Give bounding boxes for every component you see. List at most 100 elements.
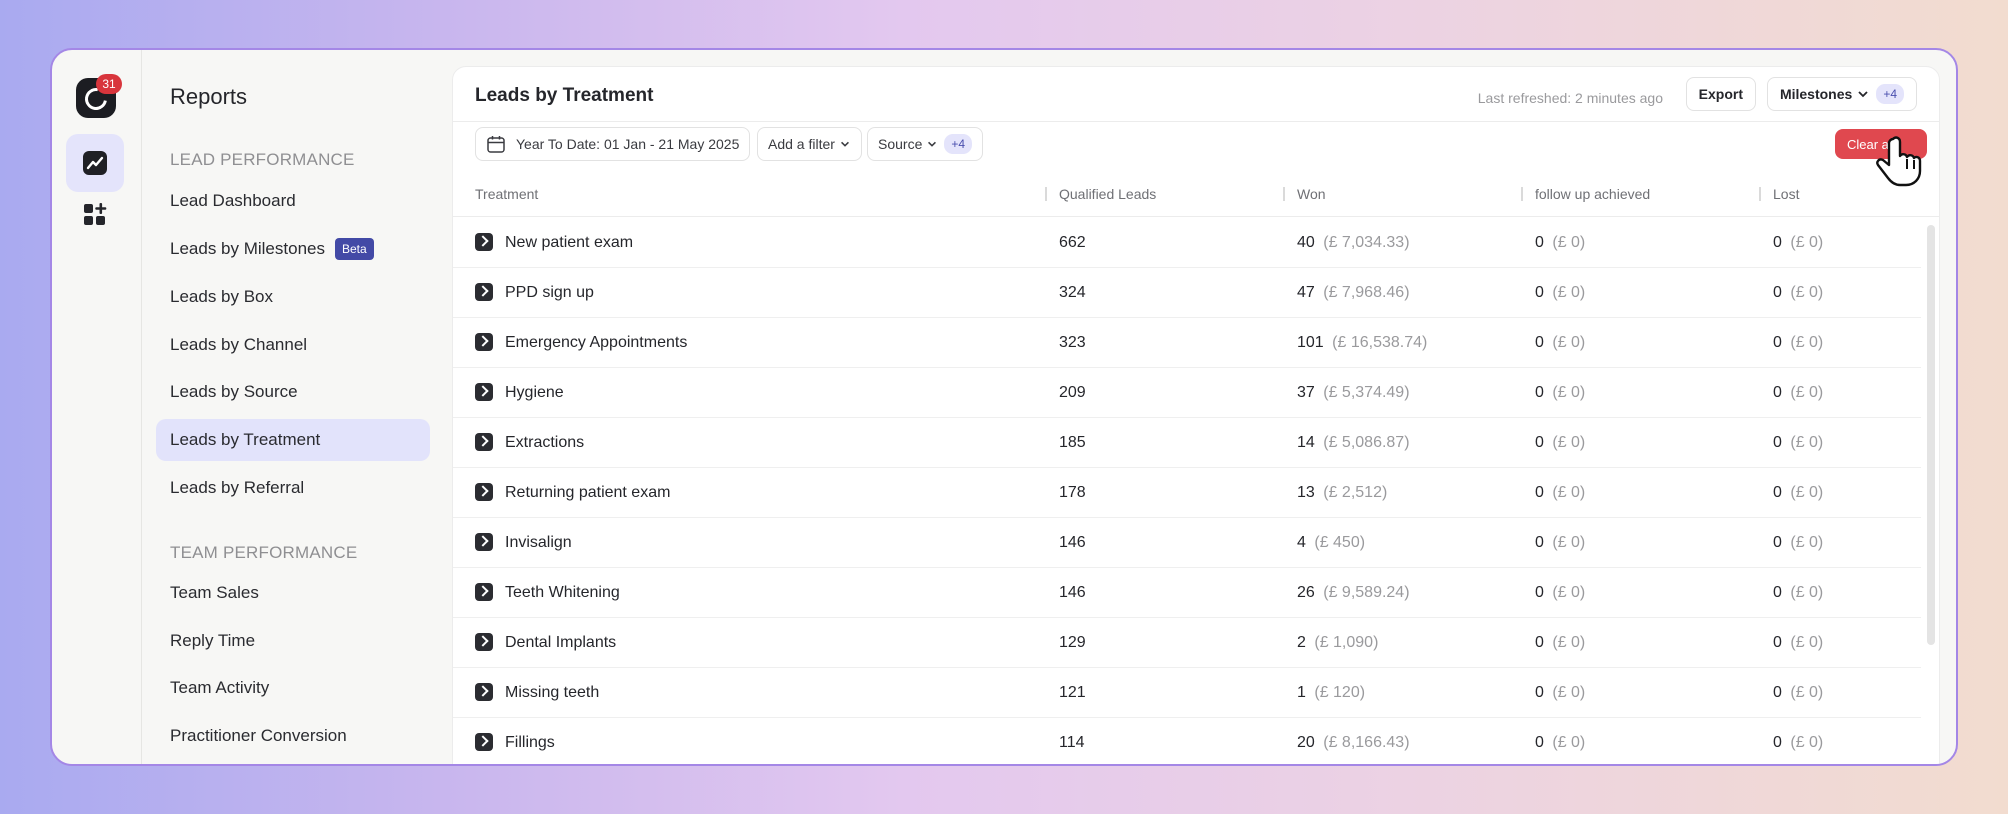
lost-cell: 0 (£ 0) [1773, 484, 1823, 502]
won-count: 20 [1297, 734, 1315, 751]
nav-item-team-activity[interactable]: Team Activity [156, 667, 430, 709]
lost-count: 0 [1773, 584, 1782, 601]
table-row[interactable]: Missing teeth 121 1 (£ 120) 0 (£ 0) 0 (£ 0) [453, 668, 1921, 718]
treatment-name: Dental Implants [505, 634, 617, 651]
qualified-leads-value: 209 [1059, 384, 1086, 401]
table-row[interactable]: PPD sign up 324 47 (£ 7,968.46) 0 (£ 0) 0 (£… [453, 268, 1921, 318]
treatment-icon [475, 483, 493, 501]
lost-count: 0 [1773, 684, 1782, 701]
follow-up-count: 0 [1535, 384, 1544, 401]
source-filter[interactable]: Source +4 [867, 127, 984, 161]
nav-item-label: Leads by Milestones [170, 239, 325, 258]
nav-item-leads-by-treatment[interactable]: Leads by Treatment [156, 419, 430, 461]
won-count: 37 [1297, 384, 1315, 401]
table-row[interactable]: Emergency Appointments 323 101 (£ 16,538.7… [453, 318, 1921, 368]
lost-cell: 0 (£ 0) [1773, 384, 1823, 402]
lost-cell: 0 (£ 0) [1773, 584, 1823, 602]
nav-item-label: Leads by Referral [170, 478, 305, 497]
table-row[interactable]: Teeth Whitening 146 26 (£ 9,589.24) 0 (£ 0)… [453, 568, 1921, 618]
section-heading-team-performance: TEAM PERFORMANCE [170, 543, 358, 562]
nav-item-label: Leads by Treatment [170, 430, 321, 449]
nav-item-reply-time[interactable]: Reply Time [156, 620, 430, 662]
add-filter-button[interactable]: Add a filter [757, 127, 862, 161]
follow-up-cell: 0 (£ 0) [1535, 334, 1585, 352]
won-cell: 1 (£ 120) [1297, 684, 1365, 702]
won-cell: 37 (£ 5,374.49) [1297, 384, 1410, 402]
treatment-icon [475, 383, 493, 401]
lost-value: (£ 0) [1790, 634, 1824, 651]
table-row[interactable]: Extractions 185 14 (£ 5,086.87) 0 (£ 0) 0 (£… [453, 418, 1921, 468]
calendar-icon [487, 136, 505, 153]
won-cell: 14 (£ 5,086.87) [1297, 434, 1410, 452]
date-range-filter[interactable]: Year To Date: 01 Jan - 21 May 2025 [475, 127, 751, 161]
qualified-leads-value: 323 [1059, 334, 1086, 351]
app-window: 31 Reports LEAD PERFORMANCE Lead Dashboa… [50, 48, 1958, 766]
chevron-down-icon [840, 141, 849, 147]
milestones-dropdown[interactable]: Milestones +4 [1766, 77, 1917, 111]
follow-up-cell: 0 (£ 0) [1535, 634, 1585, 652]
follow-up-value: (£ 0) [1552, 384, 1586, 401]
lost-count: 0 [1773, 434, 1782, 451]
won-count: 2 [1297, 634, 1306, 651]
follow-up-count: 0 [1535, 284, 1544, 301]
won-value: (£ 7,968.46) [1323, 284, 1410, 301]
won-cell: 4 (£ 450) [1297, 534, 1365, 552]
follow-up-count: 0 [1535, 484, 1544, 501]
column-resize-handle[interactable] [1045, 187, 1047, 201]
nav-item-practitioner-conversion[interactable]: Practitioner Conversion [156, 715, 430, 757]
won-value: (£ 2,512) [1323, 484, 1388, 501]
column-resize-handle[interactable] [1521, 187, 1523, 201]
column-header-follow-up-achieved[interactable]: follow up achieved [1535, 186, 1650, 202]
table-row[interactable]: Invisalign 146 4 (£ 450) 0 (£ 0) 0 (£ 0) [453, 518, 1921, 568]
lost-count: 0 [1773, 234, 1782, 251]
qualified-leads-value: 185 [1059, 434, 1086, 451]
follow-up-cell: 0 (£ 0) [1535, 434, 1585, 452]
lost-count: 0 [1773, 384, 1782, 401]
lost-value: (£ 0) [1790, 534, 1824, 551]
qualified-leads-value: 146 [1059, 534, 1086, 551]
nav-item-leads-by-source[interactable]: Leads by Source [156, 371, 430, 413]
sidebar-title: Reports [170, 84, 248, 109]
table-row[interactable]: Hygiene 209 37 (£ 5,374.49) 0 (£ 0) 0 (£ 0) [453, 368, 1921, 418]
nav-item-leads-by-channel[interactable]: Leads by Channel [156, 324, 430, 366]
lost-cell: 0 (£ 0) [1773, 334, 1823, 352]
export-label: Export [1698, 86, 1743, 102]
nav-item-leads-by-box[interactable]: Leads by Box [156, 276, 430, 318]
nav-item-leads-by-referral[interactable]: Leads by Referral [156, 467, 430, 509]
lost-count: 0 [1773, 734, 1782, 751]
follow-up-count: 0 [1535, 234, 1544, 251]
column-header-lost[interactable]: Lost [1773, 186, 1799, 202]
lost-value: (£ 0) [1790, 584, 1824, 601]
treatment-icon [475, 683, 493, 701]
apps-nav-button[interactable] [66, 186, 124, 244]
treatment-icon [475, 633, 493, 651]
won-cell: 26 (£ 9,589.24) [1297, 584, 1410, 602]
follow-up-cell: 0 (£ 0) [1535, 734, 1585, 752]
treatment-name: Teeth Whitening [505, 584, 620, 601]
column-header-qualified-leads[interactable]: Qualified Leads [1059, 186, 1156, 202]
follow-up-count: 0 [1535, 534, 1544, 551]
export-button[interactable]: Export [1685, 77, 1756, 111]
won-cell: 40 (£ 7,034.33) [1297, 234, 1410, 252]
column-header-treatment[interactable]: Treatment [475, 186, 538, 202]
nav-item-leads-by-milestones[interactable]: Leads by Milestones Beta [156, 228, 430, 270]
reports-nav-button[interactable] [66, 134, 124, 192]
treatment-name: Emergency Appointments [505, 334, 688, 351]
column-header-won[interactable]: Won [1297, 186, 1326, 202]
table-scrollbar[interactable] [1927, 225, 1935, 645]
nav-item-lead-dashboard[interactable]: Lead Dashboard [156, 180, 430, 222]
nav-item-team-sales[interactable]: Team Sales [156, 572, 430, 614]
qualified-leads-value: 178 [1059, 484, 1086, 501]
table-row[interactable]: Fillings 114 20 (£ 8,166.43) 0 (£ 0) 0 (£ 0) [453, 718, 1921, 764]
follow-up-value: (£ 0) [1552, 584, 1586, 601]
treatment-name: Extractions [505, 434, 585, 451]
table-row[interactable]: Dental Implants 129 2 (£ 1,090) 0 (£ 0) 0 (£… [453, 618, 1921, 668]
qualified-leads-value: 129 [1059, 634, 1086, 651]
follow-up-value: (£ 0) [1552, 234, 1586, 251]
follow-up-cell: 0 (£ 0) [1535, 384, 1585, 402]
column-resize-handle[interactable] [1759, 187, 1761, 201]
qualified-leads-value: 114 [1059, 734, 1085, 751]
table-row[interactable]: Returning patient exam 178 13 (£ 2,512) 0 (… [453, 468, 1921, 518]
column-resize-handle[interactable] [1283, 187, 1285, 201]
table-row[interactable]: New patient exam 662 40 (£ 7,034.33) 0 (£ 0… [453, 218, 1921, 268]
